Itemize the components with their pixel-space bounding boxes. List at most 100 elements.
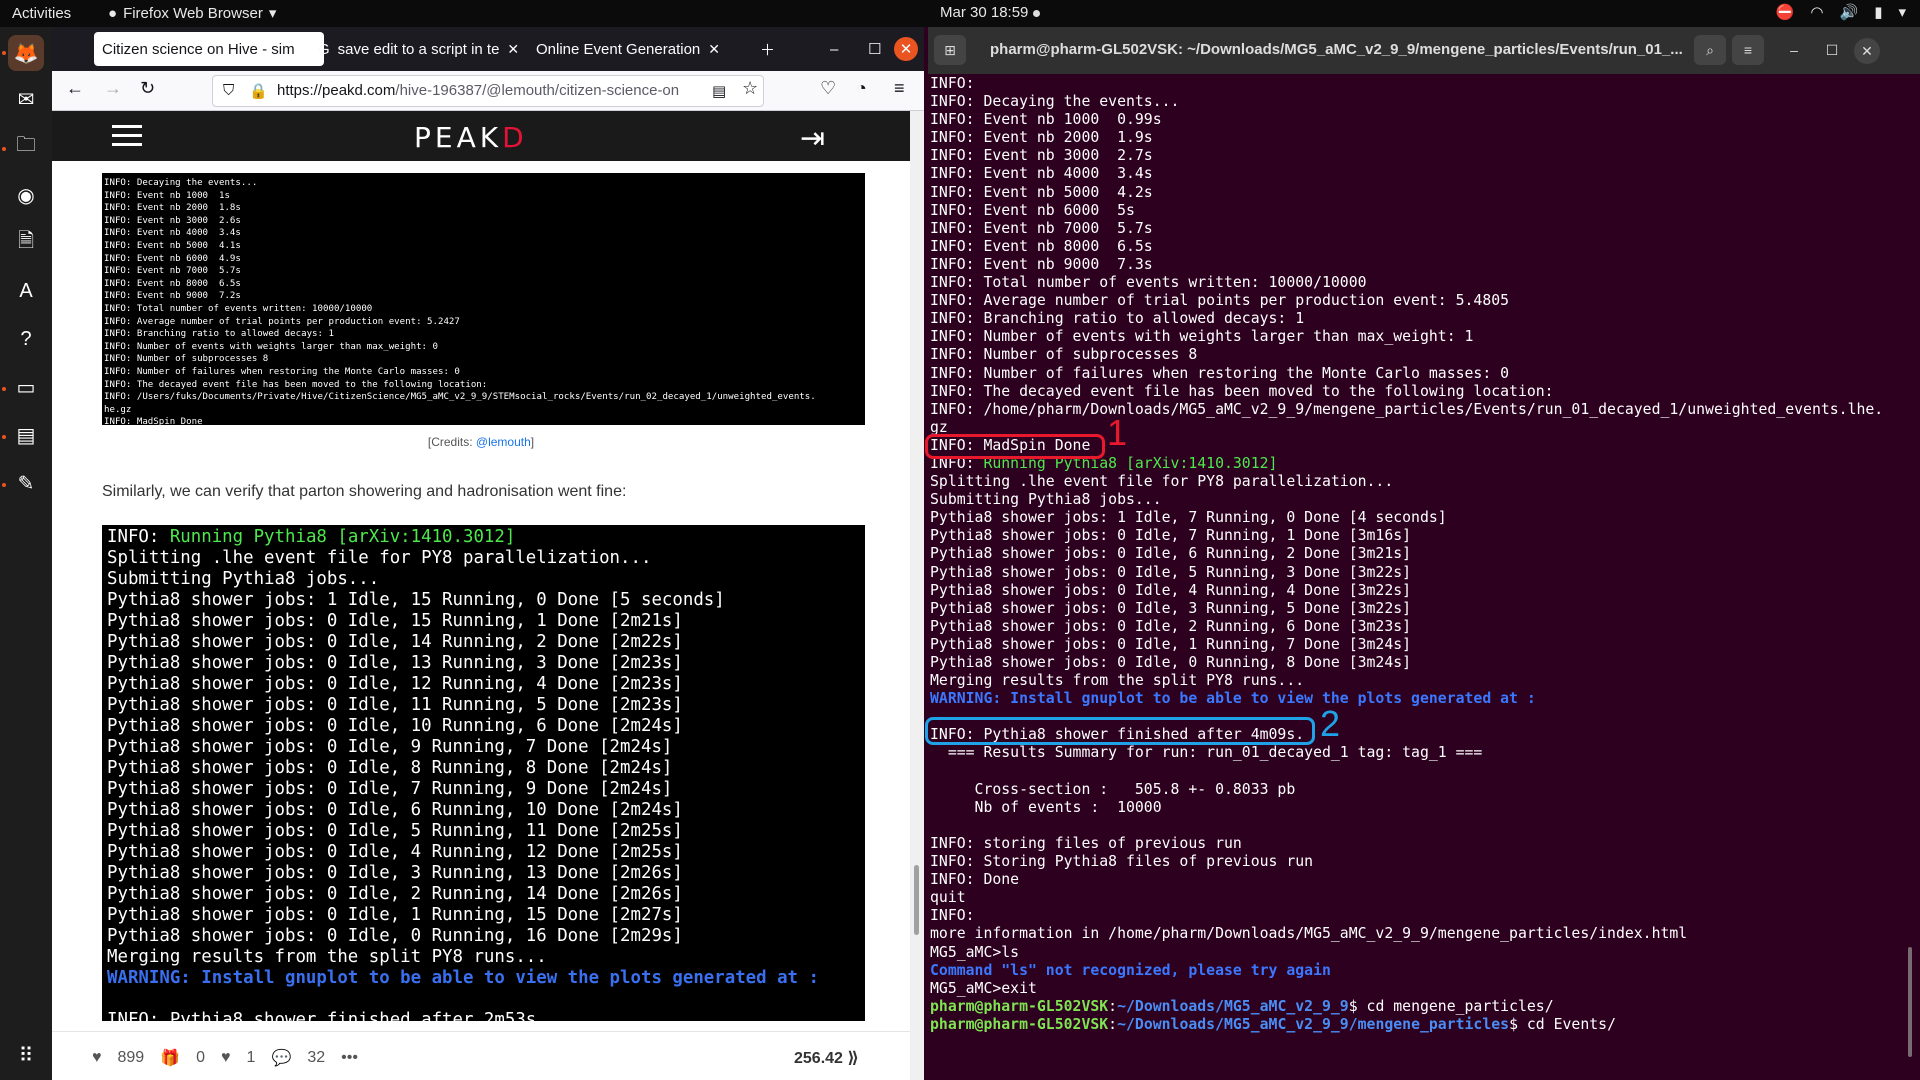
firefox-icon[interactable]: 🦊 <box>8 35 44 71</box>
hive-icon: ⟫ <box>847 1050 859 1067</box>
back-icon[interactable]: ← <box>66 78 84 99</box>
prompt-path: ~/Downloads/MG5_aMC_v2_9_9/mengene_parti… <box>1117 1015 1510 1033</box>
upvote-icon[interactable]: ♥ <box>92 1049 102 1067</box>
firefox-app-icon: ● <box>108 4 118 22</box>
clock[interactable]: Mar 30 18:59 <box>940 4 1040 21</box>
terminal-line: INFO: Number of failures when restoring … <box>104 366 460 377</box>
search-icon[interactable]: ⌕ <box>1694 35 1726 65</box>
text-editor-icon[interactable]: ✎ <box>8 465 44 501</box>
terminal-line: Pythia8 shower jobs: 0 Idle, 5 Running, … <box>930 563 1412 581</box>
terminal-line: Submitting Pythia8 jobs... <box>930 491 1162 509</box>
payout-value[interactable]: 256.42 ⟫ <box>794 1048 859 1068</box>
login-icon[interactable]: ⇥ <box>800 121 825 156</box>
help-icon[interactable]: ? <box>8 321 44 357</box>
blue-highlight-box <box>925 717 1315 745</box>
rhythmbox-icon[interactable]: ◉ <box>8 177 44 213</box>
terminal-line: Pythia8 shower jobs: 0 Idle, 1 Running, … <box>107 905 683 925</box>
minimize-icon[interactable]: – <box>822 32 846 66</box>
thunderbird-icon[interactable]: ✉ <box>8 81 44 117</box>
tab-bar: Citizen science on Hive - sim G save edi… <box>52 27 924 71</box>
new-tab-icon[interactable]: ⊞ <box>934 35 966 65</box>
article-paragraph: Similarly, we can verify that parton sho… <box>102 483 627 500</box>
terminal-line: INFO: Event nb 8000 6.5s <box>930 237 1153 255</box>
running-indicator <box>2 51 6 55</box>
prompt-user: pharm@pharm-GL502VSK <box>930 1015 1109 1033</box>
peakd-header: PEAKD ⇥ <box>52 111 910 161</box>
files-icon[interactable]: 🗀 <box>8 129 44 165</box>
tab-save-edit[interactable]: G save edit to a script in te ✕ <box>310 32 520 66</box>
google-icon: G <box>318 40 330 58</box>
terminal-line: Pythia8 shower jobs: 0 Idle, 12 Running,… <box>107 674 683 694</box>
credit-user-link[interactable]: @lemouth <box>476 435 531 449</box>
shell-prompt-line: pharm@pharm-GL502VSK:~/Downloads/MG5_aMC… <box>930 1016 1894 1034</box>
writer-icon[interactable]: 🗎 <box>8 225 44 261</box>
tab-citizen-science[interactable]: Citizen science on Hive - sim <box>94 32 324 66</box>
peakd-logo[interactable]: PEAKD <box>414 121 528 154</box>
menu-icon[interactable]: ≡ <box>1732 35 1764 65</box>
shield-icon[interactable]: ⛉ <box>223 82 234 99</box>
software-icon[interactable]: A <box>8 273 44 309</box>
maximize-icon[interactable]: ☐ <box>860 32 889 66</box>
terminal-line: Pythia8 shower jobs: 0 Idle, 4 Running, … <box>930 581 1412 599</box>
terminal-line: INFO: Pythia8 shower finished after 2m53… <box>107 1010 537 1021</box>
terminal-line: INFO: Number of subprocesses 8 <box>930 346 1198 364</box>
terminal-line: Cross-section : 505.8 +- 0.8033 pb <box>930 780 1296 798</box>
terminal-line: INFO: Done <box>930 871 1020 889</box>
page-scrollbar[interactable] <box>910 111 924 1080</box>
firefox-window: Citizen science on Hive - sim G save edi… <box>52 27 924 1080</box>
reload-icon[interactable]: ↻ <box>140 78 155 99</box>
running-indicator <box>2 387 6 391</box>
terminal-line: MG5_aMC>exit <box>930 979 1037 997</box>
terminal-line: Pythia8 shower jobs: 0 Idle, 5 Running, … <box>107 821 683 841</box>
minimize-icon[interactable]: – <box>1778 35 1810 65</box>
reader-view-icon[interactable]: ▤ <box>712 82 726 100</box>
power-menu-icon: ▾ <box>1898 4 1906 21</box>
terminal-line: Pythia8 shower jobs: 0 Idle, 10 Running,… <box>107 716 683 736</box>
close-tab-icon[interactable]: ✕ <box>708 41 720 58</box>
terminal-line: INFO: MadSpin Done <box>104 417 203 425</box>
url-bar[interactable]: ⛉ 🔒 https://peakd.com/hive-196387/@lemou… <box>212 75 764 107</box>
app-menu-icon[interactable]: ≡ <box>894 78 905 99</box>
reblog-count[interactable]: 0 <box>196 1049 205 1067</box>
comment-count[interactable]: 32 <box>307 1049 325 1067</box>
like-count[interactable]: 1 <box>247 1049 256 1067</box>
more-options-icon[interactable]: ••• <box>341 1049 358 1067</box>
terminal-line: INFO: /home/pharm/Downloads/MG5_aMC_v2_9… <box>930 400 1884 418</box>
app-menu[interactable]: ● Firefox Web Browser ▾ <box>108 4 276 23</box>
terminal-line: Pythia8 shower jobs: 0 Idle, 13 Running,… <box>107 653 683 673</box>
scrollbar-thumb[interactable] <box>914 865 919 935</box>
close-icon[interactable]: ✕ <box>1854 38 1880 64</box>
activities-button[interactable]: Activities <box>12 5 71 22</box>
screenshot-icon[interactable]: ▤ <box>8 417 44 453</box>
payout-amount: 256.42 <box>794 1050 843 1067</box>
extension-icon[interactable]: ◔ <box>856 78 867 99</box>
wifi-icon: ◠ <box>1810 4 1824 21</box>
reblog-icon[interactable]: 🎁 <box>160 1048 180 1068</box>
close-window-icon[interactable]: ✕ <box>894 37 918 61</box>
terminal-line: INFO: Event nb 1000 1s <box>104 190 230 201</box>
comment-icon[interactable]: 💬 <box>271 1048 291 1068</box>
close-tab-icon[interactable]: ✕ <box>507 41 519 58</box>
new-tab-button[interactable]: ＋ <box>752 32 783 66</box>
terminal-output[interactable]: INFO: INFO: Decaying the events... INFO: E… <box>930 74 1894 1080</box>
like-icon[interactable]: ♥ <box>221 1049 231 1067</box>
terminal-line: Pythia8 shower jobs: 0 Idle, 0 Running, … <box>107 926 683 946</box>
maximize-icon[interactable]: ☐ <box>1816 35 1848 65</box>
red-annotation-number: 1 <box>1107 412 1128 453</box>
show-apps-icon[interactable]: ⠿ <box>8 1037 44 1073</box>
tab-online-event[interactable]: Online Event Generation ✕ <box>528 32 728 66</box>
terminal-line: INFO: Number of failures when restoring … <box>930 364 1510 382</box>
hamburger-menu-icon[interactable] <box>112 125 142 147</box>
system-tray[interactable]: ⛔ ◠ 🔊 ▮ ▾ <box>1776 3 1906 21</box>
terminal-scrollbar[interactable] <box>1908 947 1912 1057</box>
lock-icon[interactable]: 🔒 <box>249 82 268 100</box>
terminal-line: INFO: Event nb 5000 4.2s <box>930 183 1153 201</box>
vote-count[interactable]: 899 <box>118 1049 145 1067</box>
terminal-line: Pythia8 shower jobs: 1 Idle, 7 Running, … <box>930 509 1447 527</box>
terminal-line: Pythia8 shower jobs: 0 Idle, 15 Running,… <box>107 611 683 631</box>
terminal-line: INFO: The decayed event file has been mo… <box>104 379 488 390</box>
forward-icon[interactable]: → <box>104 78 122 99</box>
bookmark-star-icon[interactable]: ☆ <box>742 78 758 99</box>
terminal-icon[interactable]: ▭ <box>8 369 44 405</box>
pocket-icon[interactable]: ♡ <box>820 78 836 99</box>
